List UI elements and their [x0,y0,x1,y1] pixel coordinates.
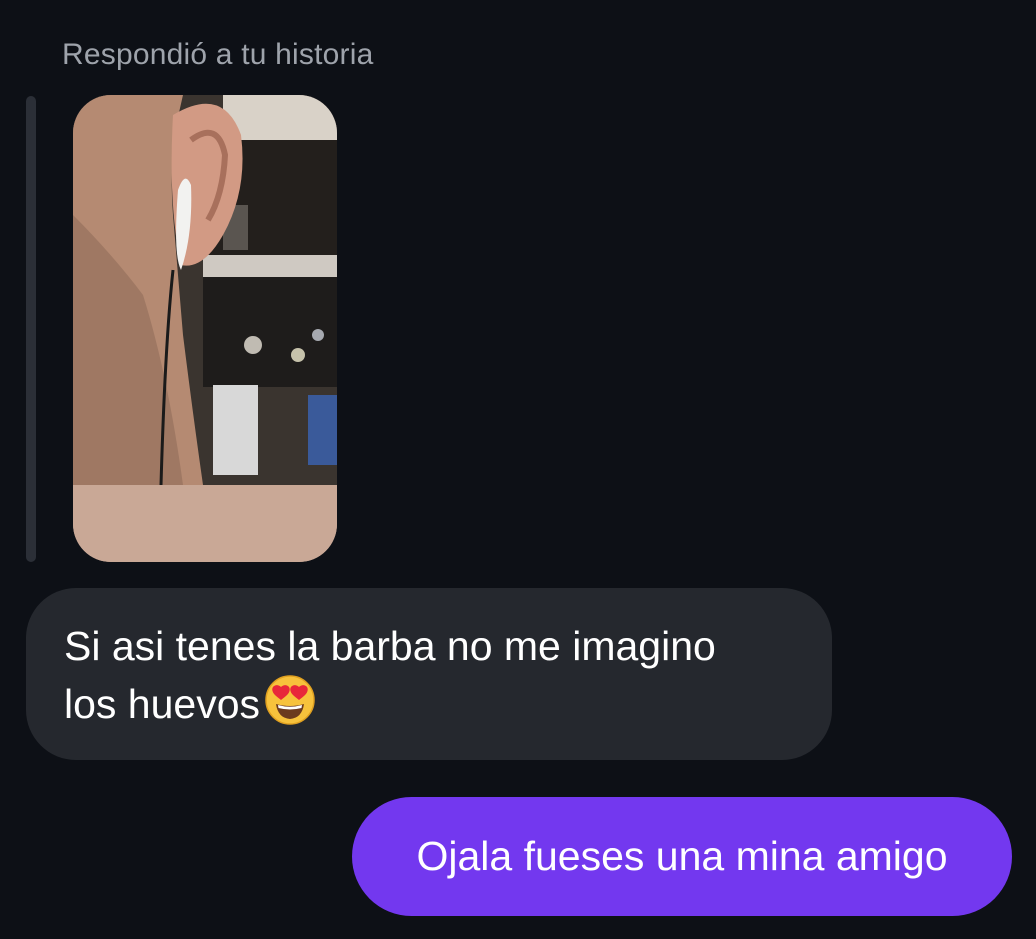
story-reply-caption: Respondió a tu historia [62,38,374,71]
reply-indicator-bar [26,96,36,562]
sent-message-bubble[interactable]: Ojala fueses una mina amigo [352,797,1012,916]
received-message-bubble[interactable]: Si asi tenes la barba no me imagino los … [26,588,832,760]
received-message-line-2-row: los huevos [64,674,794,740]
received-message-line-2: los huevos [64,681,261,727]
received-message-line-1: Si asi tenes la barba no me imagino [64,623,716,669]
heart-eyes-emoji-icon [264,674,316,740]
sent-message-text: Ojala fueses una mina amigo [416,833,948,879]
story-thumbnail[interactable] [73,95,337,562]
